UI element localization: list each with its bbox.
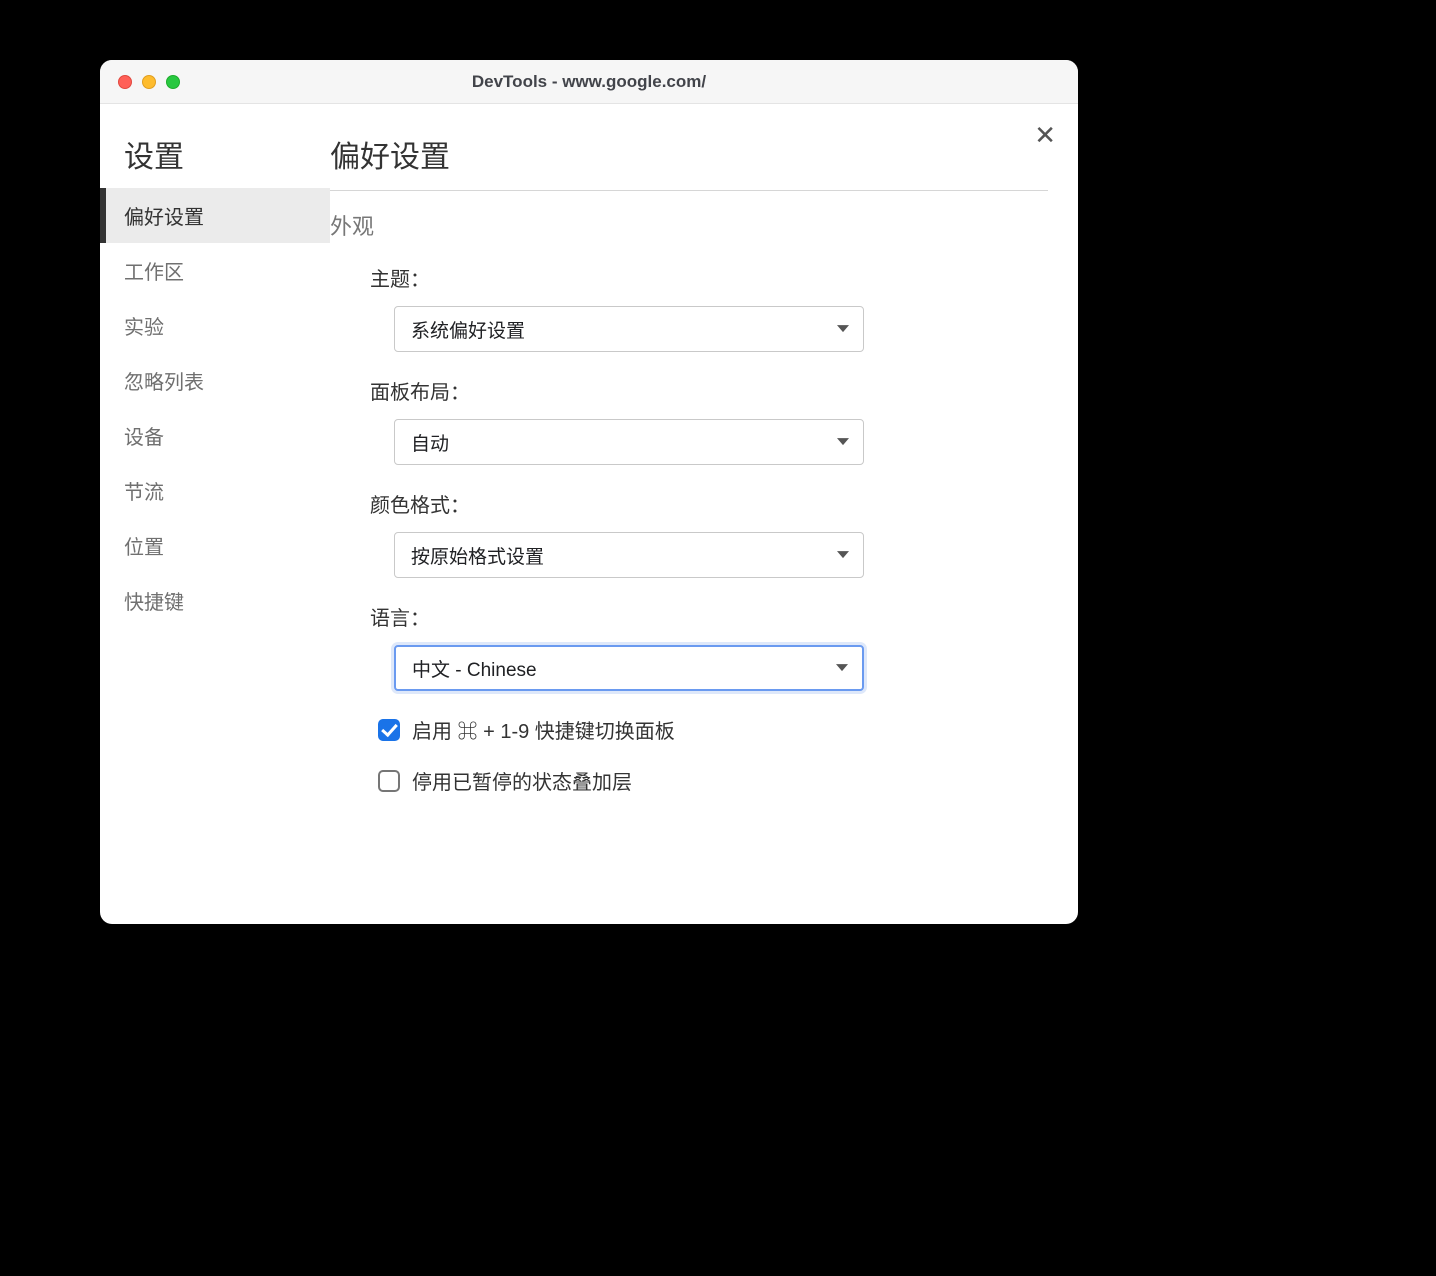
devtools-settings-window: DevTools - www.google.com/ ✕ 设置 偏好设置 工作区… bbox=[100, 60, 1078, 924]
sidebar-item-shortcuts[interactable]: 快捷键 bbox=[100, 573, 330, 628]
sidebar-item-locations[interactable]: 位置 bbox=[100, 518, 330, 573]
field-color-format: 颜色格式： 按原始格式设置 bbox=[330, 489, 1048, 578]
sidebar-item-label: 忽略列表 bbox=[124, 372, 204, 394]
sidebar-item-preferences[interactable]: 偏好设置 bbox=[100, 188, 330, 243]
window-minimize-button[interactable] bbox=[142, 75, 156, 89]
select-value: 自动 bbox=[411, 429, 449, 456]
sidebar-item-workspace[interactable]: 工作区 bbox=[100, 243, 330, 298]
select-theme[interactable]: 系统偏好设置 bbox=[394, 306, 864, 352]
checkbox-label: 启用 ⌘ + 1-9 快捷键切换面板 bbox=[412, 715, 675, 744]
chevron-down-icon bbox=[837, 438, 849, 445]
field-label-panel-layout: 面板布局： bbox=[370, 376, 470, 405]
settings-body: ✕ 设置 偏好设置 工作区 实验 忽略列表 设备 节流 位置 快捷键 偏好设置 … bbox=[100, 104, 1078, 924]
traffic-lights bbox=[118, 75, 180, 89]
window-titlebar: DevTools - www.google.com/ bbox=[100, 60, 1078, 104]
sidebar-title: 设置 bbox=[100, 132, 330, 188]
field-panel-layout: 面板布局： 自动 bbox=[330, 376, 1048, 465]
section-title-appearance: 外观 bbox=[330, 209, 1048, 241]
window-title: DevTools - www.google.com/ bbox=[100, 72, 1078, 92]
chevron-down-icon bbox=[837, 551, 849, 558]
chevron-down-icon bbox=[836, 664, 848, 671]
close-icon[interactable]: ✕ bbox=[1034, 122, 1056, 148]
window-zoom-button[interactable] bbox=[166, 75, 180, 89]
settings-main: 偏好设置 外观 主题： 系统偏好设置 面板布局： 自动 bbox=[330, 104, 1078, 924]
field-label-theme: 主题： bbox=[370, 263, 430, 292]
select-value: 按原始格式设置 bbox=[411, 542, 544, 569]
sidebar-item-devices[interactable]: 设备 bbox=[100, 408, 330, 463]
sidebar-item-experiments[interactable]: 实验 bbox=[100, 298, 330, 353]
select-value: 系统偏好设置 bbox=[411, 316, 525, 343]
checkbox-disable-overlay[interactable] bbox=[378, 770, 400, 792]
chevron-down-icon bbox=[837, 325, 849, 332]
sidebar-item-throttling[interactable]: 节流 bbox=[100, 463, 330, 518]
field-theme: 主题： 系统偏好设置 bbox=[330, 263, 1048, 352]
sidebar-item-label: 偏好设置 bbox=[124, 207, 204, 229]
field-label-language: 语言： bbox=[370, 602, 430, 631]
sidebar-item-label: 实验 bbox=[124, 317, 164, 339]
settings-sidebar: 设置 偏好设置 工作区 实验 忽略列表 设备 节流 位置 快捷键 bbox=[100, 104, 330, 924]
select-value: 中文 - Chinese bbox=[412, 655, 537, 682]
page-title: 偏好设置 bbox=[330, 132, 1048, 191]
sidebar-item-label: 节流 bbox=[124, 482, 164, 504]
checkbox-row-disable-overlay[interactable]: 停用已暂停的状态叠加层 bbox=[330, 766, 1048, 795]
sidebar-item-label: 快捷键 bbox=[124, 592, 184, 614]
select-panel-layout[interactable]: 自动 bbox=[394, 419, 864, 465]
checkbox-row-enable-shortcut[interactable]: 启用 ⌘ + 1-9 快捷键切换面板 bbox=[330, 715, 1048, 744]
sidebar-item-label: 工作区 bbox=[124, 262, 184, 284]
field-language: 语言： 中文 - Chinese bbox=[330, 602, 1048, 691]
checkbox-label: 停用已暂停的状态叠加层 bbox=[412, 766, 632, 795]
select-language[interactable]: 中文 - Chinese bbox=[394, 645, 864, 691]
sidebar-item-ignore-list[interactable]: 忽略列表 bbox=[100, 353, 330, 408]
sidebar-item-label: 设备 bbox=[124, 427, 164, 449]
checkbox-enable-shortcut[interactable] bbox=[378, 719, 400, 741]
sidebar-item-label: 位置 bbox=[124, 537, 164, 559]
window-close-button[interactable] bbox=[118, 75, 132, 89]
field-label-color-format: 颜色格式： bbox=[370, 489, 470, 518]
select-color-format[interactable]: 按原始格式设置 bbox=[394, 532, 864, 578]
